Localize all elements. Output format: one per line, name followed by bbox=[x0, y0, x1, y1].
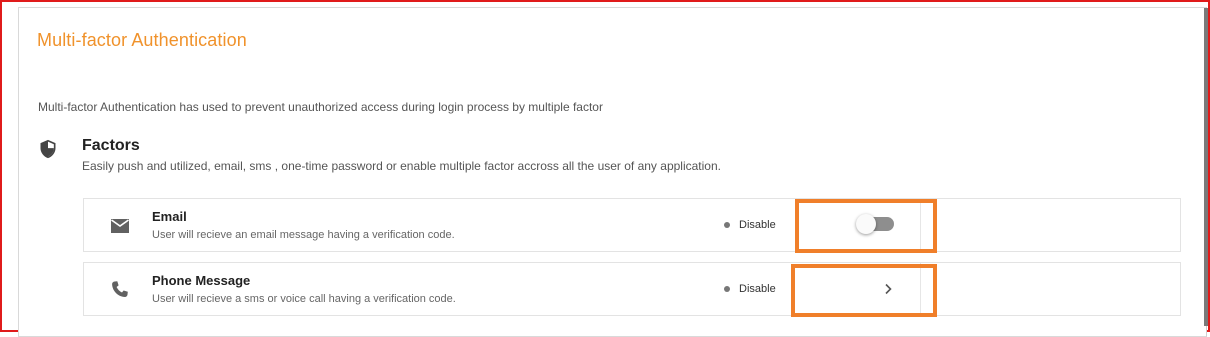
section-description: Easily push and utilized, email, sms , o… bbox=[82, 159, 721, 173]
factor-name: Email bbox=[152, 209, 187, 224]
section-title: Factors bbox=[82, 137, 140, 154]
factor-status: Disable bbox=[724, 219, 776, 231]
mail-icon bbox=[108, 214, 132, 238]
status-label: Disable bbox=[739, 219, 776, 231]
factor-status: Disable bbox=[724, 283, 776, 295]
factor-description: User will recieve an email message havin… bbox=[152, 229, 455, 241]
page-description: Multi-factor Authentication has used to … bbox=[38, 100, 603, 114]
factor-card-email[interactable]: Email User will recieve an email message… bbox=[83, 198, 1181, 252]
factor-description: User will recieve a sms or voice call ha… bbox=[152, 293, 456, 305]
factor-card-phone[interactable]: Phone Message User will recieve a sms or… bbox=[83, 262, 1181, 316]
shield-icon bbox=[38, 138, 58, 160]
highlight-box-phone-control bbox=[791, 264, 937, 317]
status-label: Disable bbox=[739, 283, 776, 295]
factor-name: Phone Message bbox=[152, 273, 251, 288]
highlight-box-email-control bbox=[795, 199, 937, 253]
phone-icon bbox=[108, 278, 132, 302]
status-dot-icon bbox=[724, 286, 730, 292]
scrollbar[interactable] bbox=[1204, 8, 1208, 326]
page-title: Multi-factor Authentication bbox=[37, 30, 247, 50]
status-dot-icon bbox=[724, 222, 730, 228]
